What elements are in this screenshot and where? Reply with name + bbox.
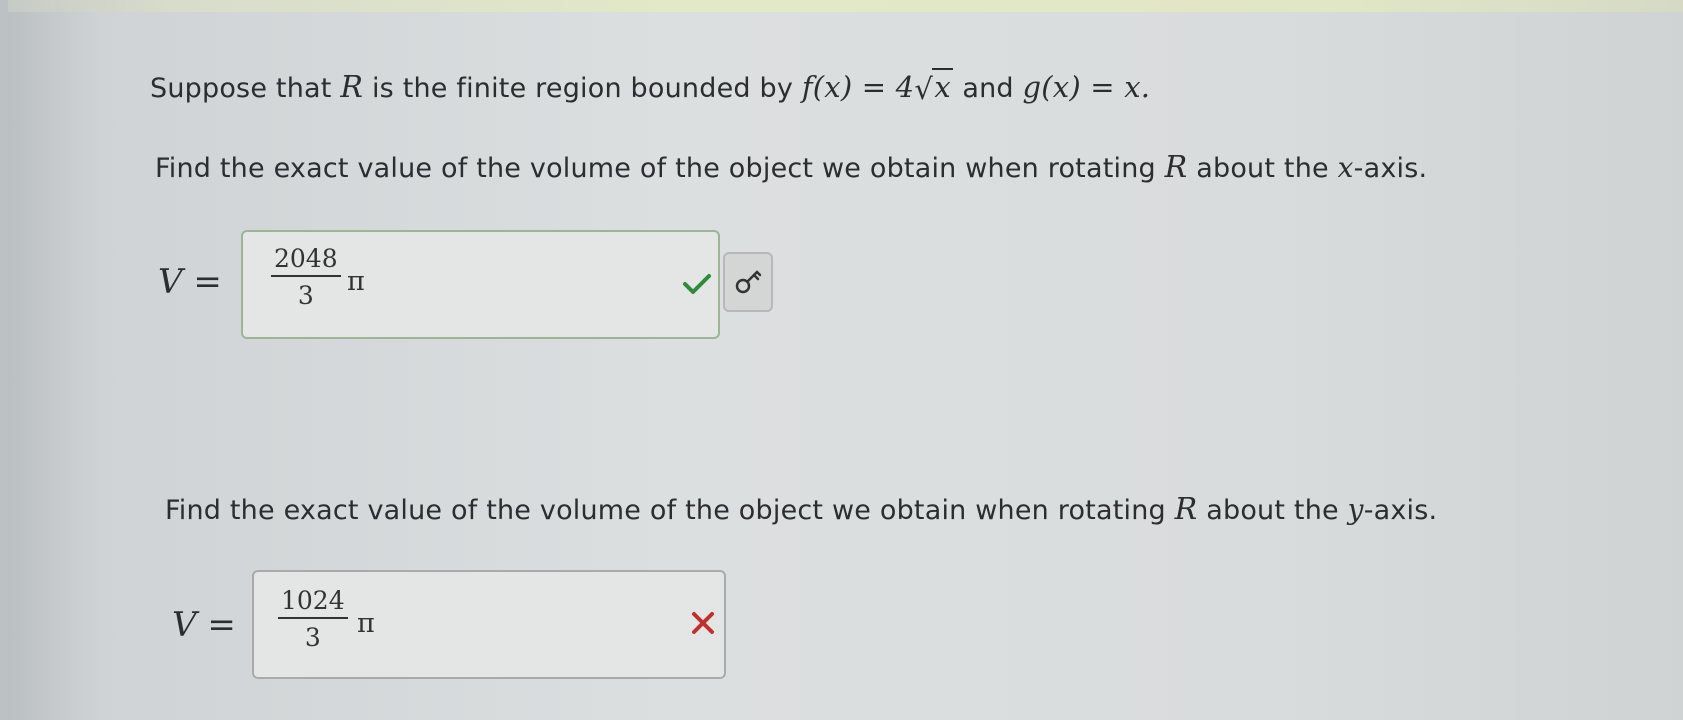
part1-region-symbol: R xyxy=(1164,150,1188,185)
answer1-numerator: 2048 xyxy=(274,244,338,273)
answer1-var: V xyxy=(158,262,183,302)
intro-and: and xyxy=(962,73,1014,104)
f-expression: f(x) = 4 √ x xyxy=(801,68,963,106)
region-symbol: R xyxy=(340,70,364,105)
key-icon xyxy=(735,270,762,294)
part1-prefix: Find the exact value of the volume of th… xyxy=(155,153,1156,184)
intro-middle: is the finite region bounded by xyxy=(371,73,794,104)
part2-prefix: Find the exact value of the volume of th… xyxy=(165,495,1166,526)
answer2-fraction: 1024 3 xyxy=(278,586,348,652)
part2-region-symbol: R xyxy=(1174,492,1198,527)
part2-about: about the xyxy=(1206,495,1339,526)
answer2-equals: = xyxy=(207,605,236,645)
f-radicand: x xyxy=(932,68,953,104)
answer1-fraction: 2048 3 xyxy=(271,244,341,310)
answer2-var: V xyxy=(172,605,197,645)
answer1-pi: π xyxy=(347,266,365,297)
part2-axis-suffix: -axis. xyxy=(1363,495,1438,526)
answer2-input[interactable]: 1024 3 π xyxy=(252,570,726,679)
part1-axis-suffix: -axis. xyxy=(1353,153,1428,184)
part1-about: about the xyxy=(1196,153,1329,184)
answer2-pi: π xyxy=(357,608,375,639)
left-edge xyxy=(0,0,8,720)
x-icon xyxy=(692,612,714,634)
question-part1: Find the exact value of the volume of th… xyxy=(155,150,1427,185)
top-banner-strip xyxy=(0,0,1683,12)
answer1-equals: = xyxy=(193,262,222,302)
intro-prefix: Suppose that xyxy=(150,73,332,104)
check-icon xyxy=(683,274,711,294)
question-intro: Suppose that R is the finite region boun… xyxy=(150,68,1151,106)
answer1-input[interactable]: 2048 3 π xyxy=(241,230,720,339)
part1-axis: x xyxy=(1337,151,1354,184)
key-hint-button[interactable] xyxy=(723,252,773,312)
fraction-bar xyxy=(278,617,348,619)
part2-axis: y xyxy=(1347,493,1364,526)
f-definition: f(x) = 4 xyxy=(801,70,915,104)
answer1-denominator: 3 xyxy=(297,281,314,310)
g-expression: g(x) = x. xyxy=(1022,70,1151,104)
fraction-bar xyxy=(271,275,341,277)
answer2-denominator: 3 xyxy=(304,623,321,652)
sqrt-symbol: √ x xyxy=(914,68,953,106)
answer2-numerator: 1024 xyxy=(281,586,345,615)
answer1-label: V = xyxy=(158,262,222,302)
question-part2: Find the exact value of the volume of th… xyxy=(165,492,1437,527)
answer2-label: V = xyxy=(172,605,236,645)
